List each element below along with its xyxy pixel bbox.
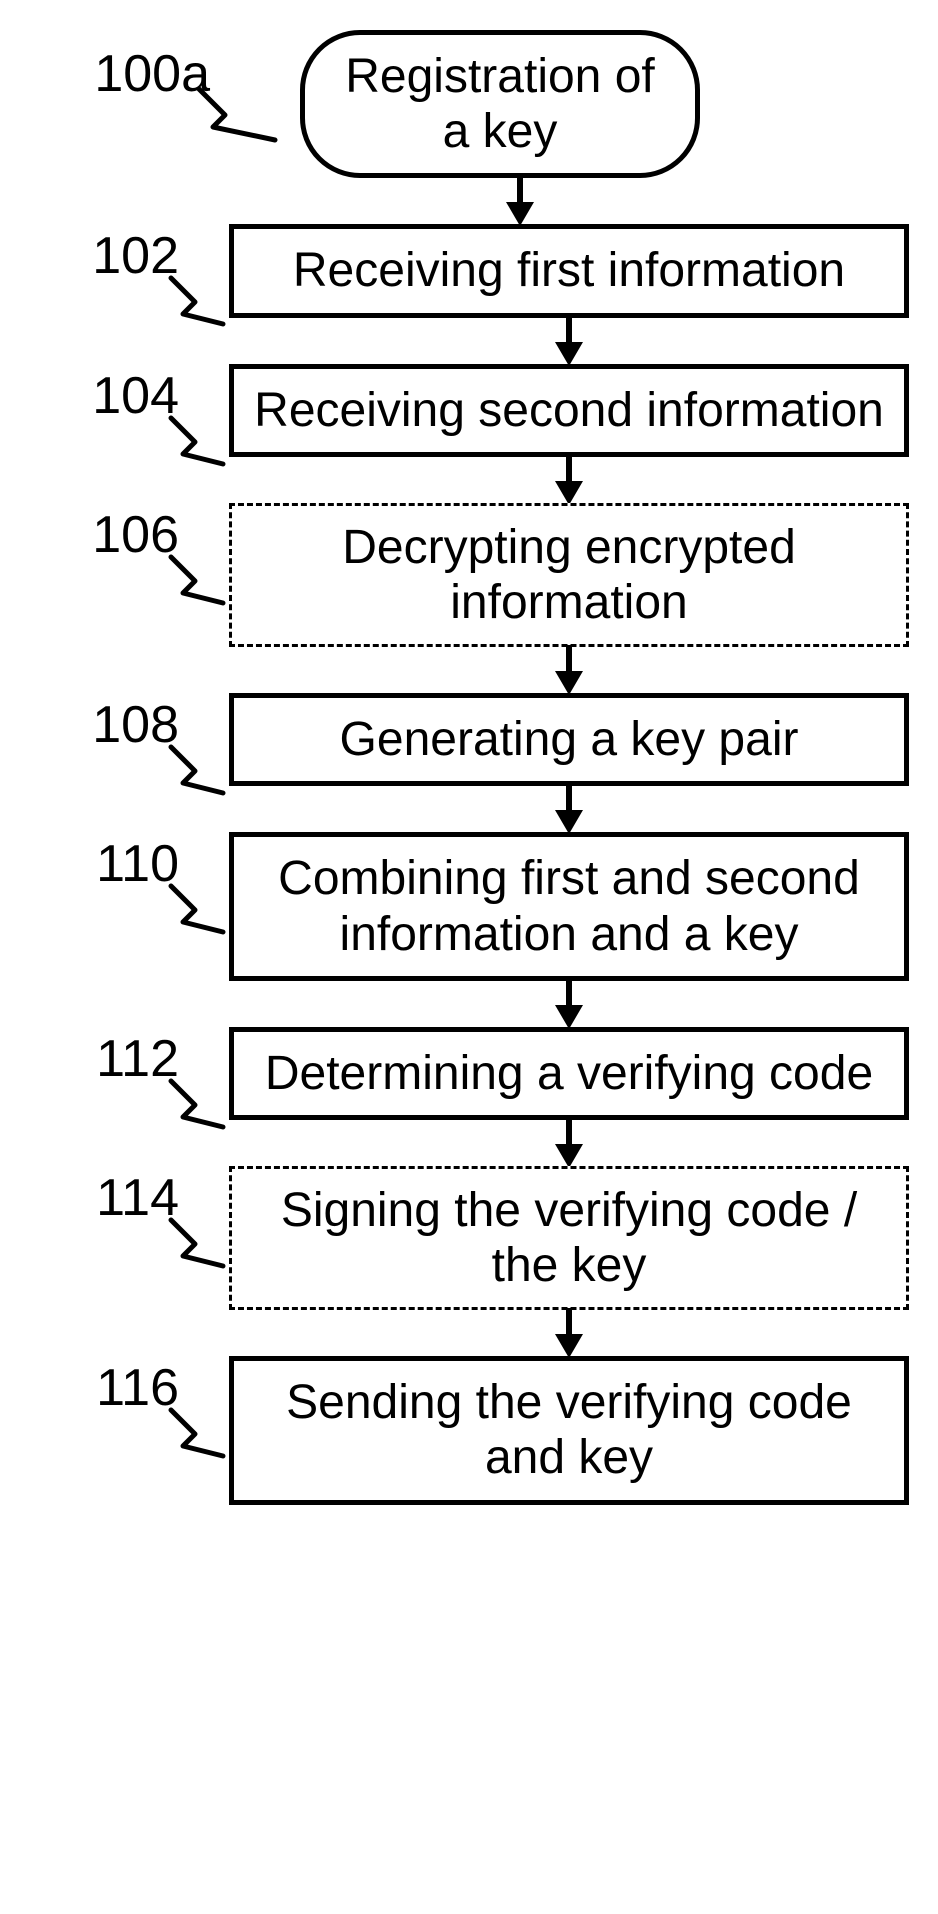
leader-line-icon [167,414,227,469]
leader-line-icon [195,85,280,145]
process-box: Signing the verifying code / the key [229,1166,909,1310]
ref-label-col: 106 [29,503,229,561]
process-box: Determining a verifying code [229,1027,909,1120]
arrow-icon [229,979,909,1029]
arrow-icon [229,316,909,366]
arrow-icon [229,645,909,695]
arrow-icon [229,784,909,834]
terminator-start: Registration of a key [300,30,700,178]
flowchart-step-row: 114 Signing the verifying code / the key [29,1166,909,1356]
leader-line-icon [167,274,227,329]
ref-label-col: 108 [29,693,229,751]
flowchart-step-row: 104 Receiving second information [29,364,909,503]
process-box: Decrypting encrypted information [229,503,909,647]
leader-line-icon [167,553,227,608]
process-box: Sending the verifying code and key [229,1356,909,1504]
leader-line-icon [167,743,227,798]
flowchart-step-row: 110 Combining first and second informati… [29,832,909,1026]
process-box: Generating a key pair [229,693,909,786]
process-box: Combining first and second information a… [229,832,909,980]
ref-label-col: 114 [29,1166,229,1224]
ref-label-col: 102 [29,224,229,282]
ref-label-100a-col: 100a [20,30,220,100]
leader-line-icon [167,1216,227,1271]
arrow-icon [229,455,909,505]
ref-label-col: 112 [29,1027,229,1085]
flowchart-step-row: 112 Determining a verifying code [29,1027,909,1166]
flowchart-start-row: 100a Registration of a key [20,30,918,224]
ref-label: 100a [20,48,220,100]
ref-label-col: 116 [29,1356,229,1414]
process-box: Receiving second information [229,364,909,457]
leader-line-icon [167,882,227,937]
ref-label-col: 110 [29,832,229,890]
flowchart-step-row: 102 Receiving first information [29,224,909,363]
flowchart-step-row: 106 Decrypting encrypted information [29,503,909,693]
flowchart-step-row: 108 Generating a key pair [29,693,909,832]
flowchart-step-row: 116 Sending the verifying code and key [29,1356,909,1504]
leader-line-icon [167,1406,227,1461]
process-box: Receiving first information [229,224,909,317]
arrow-icon [229,1118,909,1168]
arrow-icon [229,1308,909,1358]
leader-line-icon [167,1077,227,1132]
arrow-icon [500,176,938,226]
ref-label-col: 104 [29,364,229,422]
flowchart: 100a Registration of a key 102 [20,30,918,1505]
